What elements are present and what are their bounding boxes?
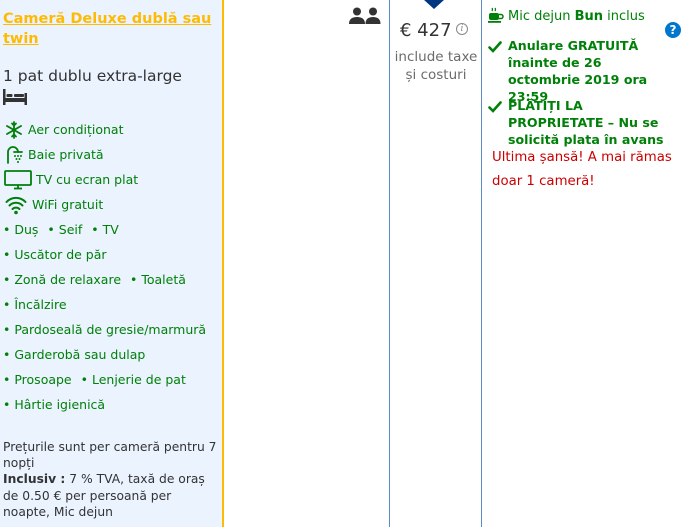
amenity-toilet-paper: • Hârtie igienică: [3, 397, 106, 412]
facility-label: Aer condiționat: [28, 122, 124, 137]
amenity-row: • Pardoseală de gresie/marmură: [3, 317, 219, 342]
price-column: € 427 i include taxe și costuri: [390, 0, 482, 527]
amenity-safe: • Seif: [47, 222, 83, 237]
bed-type: 1 pat dublu extra-large: [3, 67, 182, 85]
tv-icon: [3, 169, 33, 191]
conditions-column: Mic dejun Bun inclus ? Anulare GRATUITĂ …: [482, 0, 686, 527]
free-cancellation: Anulare GRATUITĂ înainte de 26 octombrie…: [508, 38, 648, 104]
price-includes-taxes: include taxe și costuri: [394, 49, 478, 83]
selected-indicator: [423, 0, 445, 9]
amenity-tv: • TV: [91, 222, 119, 237]
price-note-nights: Prețurile sunt per cameră pentru 7 nopți: [3, 440, 217, 471]
breakfast-rating: Bun: [574, 9, 604, 24]
amenity-toilet: • Toaletă: [130, 272, 186, 287]
shower-icon: [3, 144, 25, 166]
amenity-hairdryer: • Uscător de păr: [3, 247, 107, 262]
facility-label: TV cu ecran plat: [36, 172, 139, 187]
facility-wifi: WiFi gratuit: [3, 192, 219, 217]
amenity-row: • Încălzire: [3, 292, 219, 317]
amenity-row: • Duș • Seif • TV: [3, 217, 219, 242]
snowflake-icon: [3, 119, 25, 141]
breakfast-prefix: Mic dejun: [508, 9, 575, 24]
price-note: Prețurile sunt per cameră pentru 7 nopți…: [3, 439, 218, 520]
amenity-towels: • Prosoape: [3, 372, 72, 387]
coffee-cup-icon: [488, 7, 504, 23]
wifi-icon: [3, 194, 29, 216]
amenity-heating: • Încălzire: [3, 297, 67, 312]
amenity-tile-floor: • Pardoseală de gresie/marmură: [3, 322, 207, 337]
amenity-row: • Uscător de păr: [3, 242, 219, 267]
facility-label: Baie privată: [28, 147, 104, 162]
amenity-row: • Zonă de relaxare • Toaletă: [3, 267, 219, 292]
breakfast-suffix: inclus: [603, 9, 645, 24]
pay-at-property: PLĂTIȚI LA PROPRIETATE – Nu se solicită …: [508, 98, 664, 147]
amenity-linen: • Lenjerie de pat: [80, 372, 186, 387]
guests-column: [224, 0, 390, 527]
bed-icon: [3, 89, 27, 105]
price-note-included: Inclusiv : 7 % TVA, taxă de oraș de 0.50…: [3, 471, 218, 520]
facility-private-bathroom: Baie privată: [3, 142, 219, 167]
facility-flat-tv: TV cu ecran plat: [3, 167, 219, 192]
amenity-wardrobe: • Garderobă sau dulap: [3, 347, 146, 362]
facility-air-conditioning: Aer condiționat: [3, 117, 219, 142]
facility-label: WiFi gratuit: [32, 197, 104, 212]
amenity-shower: • Duș: [3, 222, 39, 237]
room-column: Cameră Deluxe dublă sau twin 1 pat dublu…: [0, 0, 224, 527]
price-amount: € 427: [400, 20, 452, 41]
room-title-link[interactable]: Cameră Deluxe dublă sau twin: [3, 9, 218, 49]
checkmark-icon: [488, 41, 502, 53]
info-icon[interactable]: i: [456, 23, 468, 35]
help-question-icon[interactable]: ?: [665, 22, 681, 38]
last-chance-message: Ultima șansă! A mai rămas doar 1 cameră!: [492, 150, 672, 189]
breakfast-info: Mic dejun Bun inclus: [508, 9, 645, 24]
amenity-row: • Prosoape • Lenjerie de pat: [3, 367, 219, 392]
amenity-row: • Garderobă sau dulap: [3, 342, 219, 367]
amenity-seating-area: • Zonă de relaxare: [3, 272, 122, 287]
two-persons-icon: [349, 7, 381, 24]
checkmark-icon: [488, 101, 502, 113]
amenity-row: • Hârtie igienică: [3, 392, 219, 417]
included-label: Inclusiv :: [3, 472, 66, 487]
